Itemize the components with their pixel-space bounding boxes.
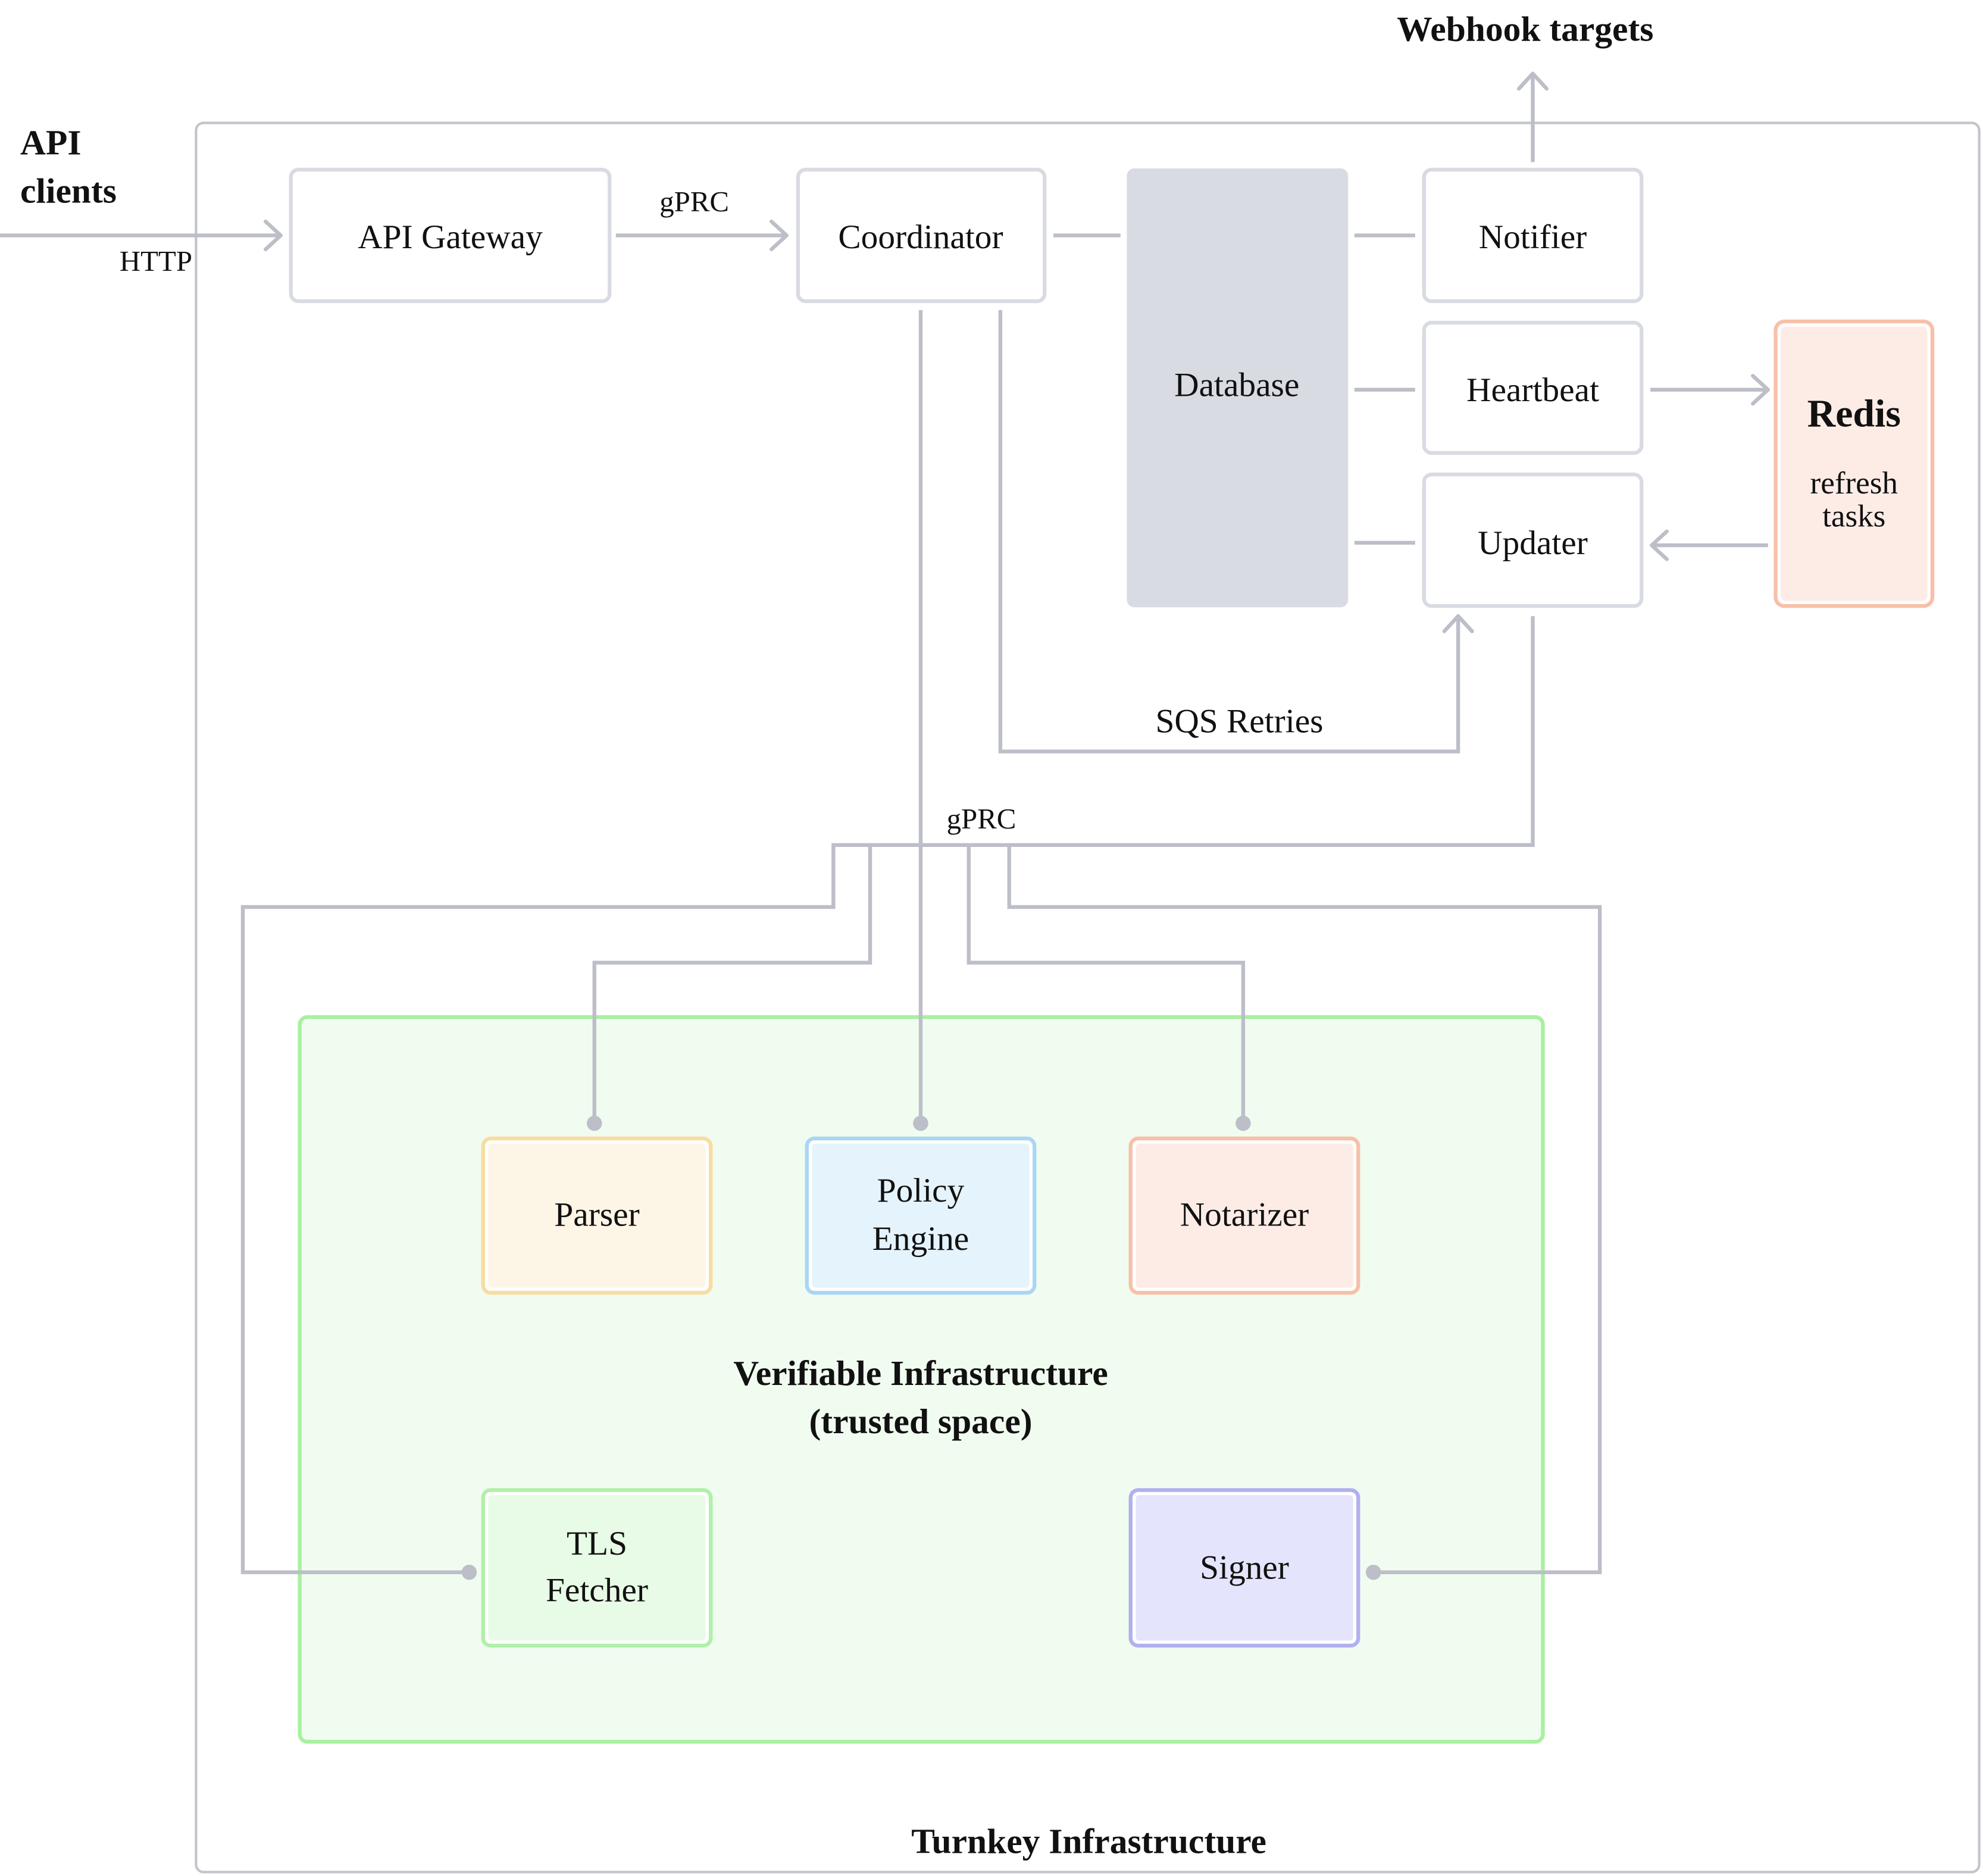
database-label: Database (1174, 366, 1299, 404)
redis-title: Redis (1807, 392, 1901, 435)
notarizer-node: Notarizer (1128, 1136, 1360, 1295)
coordinator-node: Coordinator (796, 167, 1047, 304)
api-clients-label-line1: API (20, 123, 81, 162)
tls-fetcher-label-line1: TLS (567, 1525, 627, 1562)
redis-node: Redis refresh tasks (1774, 319, 1935, 608)
database-node: Database (1127, 168, 1349, 608)
parser-label: Parser (554, 1196, 639, 1233)
updater-label: Updater (1478, 524, 1588, 562)
parser-node: Parser (481, 1136, 713, 1295)
heartbeat-node: Heartbeat (1422, 321, 1644, 455)
coordinator-label: Coordinator (838, 218, 1003, 256)
verifiable-infrastructure-subtitle: (trusted space) (809, 1402, 1032, 1441)
policy-engine-node: Policy Engine (805, 1136, 1037, 1295)
connector-dot (461, 1564, 477, 1580)
http-label: HTTP (120, 245, 192, 277)
notifier-node: Notifier (1422, 167, 1644, 304)
api-clients-label-line2: clients (20, 171, 117, 210)
turnkey-infrastructure-title: Turnkey Infrastructure (911, 1821, 1266, 1861)
redis-subtitle-line1: refresh (1810, 466, 1898, 501)
sqs-retries-label: SQS Retries (1155, 703, 1323, 740)
webhook-targets-label: Webhook targets (1397, 9, 1653, 48)
redis-subtitle-line2: tasks (1822, 499, 1885, 533)
connector-dot (1366, 1564, 1381, 1580)
policy-engine-label-line1: Policy (877, 1172, 965, 1209)
architecture-diagram: API Gateway Coordinator Database Notifie… (0, 9, 1981, 1874)
signer-label: Signer (1200, 1549, 1289, 1586)
tls-fetcher-label-line2: Fetcher (546, 1572, 648, 1609)
grpc-label-middle: gPRC (947, 802, 1016, 835)
connector-dot (913, 1115, 928, 1131)
grpc-label-top: gPRC (659, 185, 729, 218)
api-gateway-node: API Gateway (289, 167, 612, 304)
heartbeat-label: Heartbeat (1466, 371, 1599, 409)
updater-node: Updater (1422, 473, 1644, 608)
verifiable-infrastructure-title: Verifiable Infrastructure (733, 1353, 1108, 1393)
notarizer-label: Notarizer (1180, 1196, 1309, 1233)
connector-dot (1236, 1115, 1251, 1131)
policy-engine-label-line2: Engine (872, 1220, 969, 1258)
connector-dot (587, 1115, 602, 1131)
notifier-label: Notifier (1479, 218, 1587, 256)
signer-node: Signer (1128, 1488, 1360, 1648)
tls-fetcher-node: TLS Fetcher (481, 1488, 713, 1648)
api-gateway-label: API Gateway (358, 218, 543, 256)
